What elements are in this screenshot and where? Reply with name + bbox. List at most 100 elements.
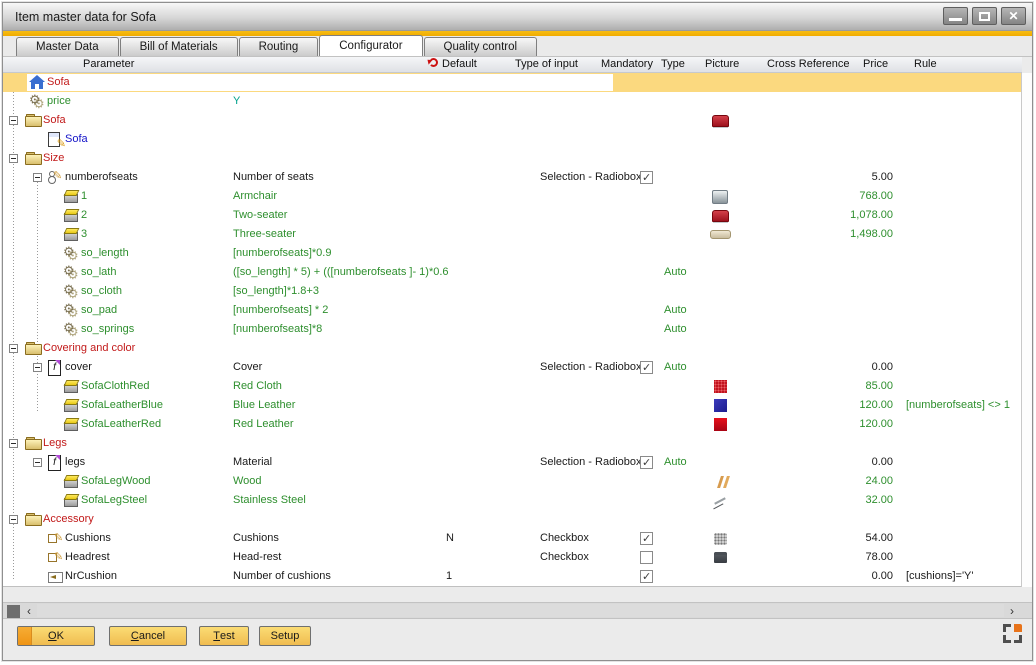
window-title: Item master data for Sofa — [15, 10, 156, 24]
expander-collapse-icon[interactable] — [9, 344, 18, 353]
default-cell: 1 — [446, 570, 452, 582]
tree-row-sofalegwood[interactable]: SofaLegWoodWood24.00 — [3, 472, 1022, 491]
tab-routing[interactable]: Routing — [239, 37, 319, 56]
refresh-icon — [429, 58, 438, 67]
description-cell: Number of seats — [233, 171, 314, 183]
tree-row-legs[interactable]: legsMaterialSelection - RadioboxAuto0.00 — [3, 453, 1022, 472]
mandatory-checkbox[interactable] — [640, 532, 653, 545]
tree-row-1[interactable]: 1Armchair768.00 — [3, 187, 1022, 206]
close-button[interactable]: ✕ — [1001, 7, 1026, 25]
expander-collapse-icon[interactable] — [33, 458, 42, 467]
column-parameter[interactable]: Parameter — [83, 58, 134, 70]
tree-row-sofalegsteel[interactable]: SofaLegSteelStainless Steel32.00 — [3, 491, 1022, 510]
picture-sofa-red-icon — [708, 112, 732, 129]
tree-row-so-lath[interactable]: so_lath([so_length] * 5) + (([numberofse… — [3, 263, 1022, 282]
type-of-input-cell: Selection - Radiobox — [540, 171, 642, 183]
parameter-label: 2 — [81, 209, 87, 221]
cancel-button[interactable]: Cancel — [109, 626, 187, 646]
tree-row-sofa[interactable]: Sofa — [3, 73, 1022, 92]
price-cell: 5.00 — [773, 171, 893, 183]
folder-icon — [25, 511, 41, 527]
ok-button[interactable]: OK — [17, 626, 95, 646]
type-of-input-cell: Checkbox — [540, 551, 589, 563]
scrollbar-track[interactable] — [37, 604, 1004, 617]
setup-button[interactable]: Setup — [259, 626, 311, 646]
picture-headrest-dark-icon — [708, 549, 732, 566]
tree-row-so-pad[interactable]: so_pad[numberofseats] * 2Auto — [3, 301, 1022, 320]
column-cross-reference[interactable]: Cross Reference — [767, 58, 850, 70]
tree-row-so-springs[interactable]: so_springs[numberofseats]*8Auto — [3, 320, 1022, 339]
type-cell: Auto — [664, 361, 687, 373]
tab-configurator[interactable]: Configurator — [319, 35, 422, 56]
tree-row-legs[interactable]: Legs — [3, 434, 1022, 453]
right-arrow-icon[interactable]: › — [1004, 603, 1020, 618]
picture-leg-steel-icon — [708, 492, 732, 509]
tree-row-covering-and-color[interactable]: Covering and color — [3, 339, 1022, 358]
type-cell: Auto — [664, 266, 687, 278]
mandatory-checkbox[interactable] — [640, 570, 653, 583]
picture-swatch-red-icon — [708, 416, 732, 433]
tree-row-so-cloth[interactable]: so_cloth[so_length]*1.8+3 — [3, 282, 1022, 301]
price-cell: 24.00 — [773, 475, 893, 487]
tree-row-so-length[interactable]: so_length[numberofseats]*0.9 — [3, 244, 1022, 263]
expander-collapse-icon[interactable] — [33, 363, 42, 372]
vertical-scrollbar[interactable] — [1021, 73, 1032, 587]
tree-row-sofaclothred[interactable]: SofaClothRedRed Cloth85.00 — [3, 377, 1022, 396]
column-type-of-input[interactable]: Type of input — [515, 58, 578, 70]
column-default[interactable]: Default — [442, 58, 477, 70]
tree-row-cushions[interactable]: CushionsCushionsNCheckbox54.00 — [3, 529, 1022, 548]
tree-row-numberofseats[interactable]: numberofseats Number of seats Selection - … — [3, 168, 1022, 187]
expander-collapse-icon[interactable] — [9, 154, 18, 163]
tree-row-accessory[interactable]: Accessory — [3, 510, 1022, 529]
parameter-label: numberofseats — [65, 171, 138, 183]
maximize-button[interactable] — [972, 7, 997, 25]
tree-row-sofa[interactable]: Sofa — [3, 130, 1022, 149]
tree-row-nrcushion[interactable]: NrCushionNumber of cushions10.00[cushion… — [3, 567, 1022, 586]
tab-bill-of-materials[interactable]: Bill of Materials — [120, 37, 238, 56]
tab-master-data[interactable]: Master Data — [16, 37, 119, 56]
description-cell: Head-rest — [233, 551, 281, 563]
column-price[interactable]: Price — [863, 58, 888, 70]
description-cell: Stainless Steel — [233, 494, 306, 506]
mandatory-checkbox[interactable] — [640, 361, 653, 374]
expander-collapse-icon[interactable] — [9, 116, 18, 125]
column-header-row[interactable]: Parameter Default Type of input Mandator… — [3, 57, 1022, 73]
tree-row-cover[interactable]: coverCoverSelection - RadioboxAuto0.00 — [3, 358, 1022, 377]
description-cell: [numberofseats]*0.9 — [233, 247, 331, 259]
tree-row-headrest[interactable]: HeadrestHead-restCheckbox78.00 — [3, 548, 1022, 567]
column-type[interactable]: Type — [661, 58, 685, 70]
title-bar[interactable]: Item master data for Sofa ✕ — [3, 3, 1032, 31]
tree-row-size[interactable]: Size — [3, 149, 1022, 168]
tree-row-3[interactable]: 3Three-seater1,498.00 — [3, 225, 1022, 244]
price-cell: 32.00 — [773, 494, 893, 506]
expand-form-icon[interactable] — [1003, 624, 1022, 643]
inline-edit-box[interactable] — [27, 74, 613, 91]
option-box-icon — [63, 492, 79, 508]
column-rule[interactable]: Rule — [914, 58, 937, 70]
tree-row-price[interactable]: priceY — [3, 92, 1022, 111]
tree-row-sofaleatherred[interactable]: SofaLeatherRedRed Leather120.00 — [3, 415, 1022, 434]
mandatory-checkbox[interactable] — [640, 551, 653, 564]
expander-collapse-icon[interactable] — [9, 515, 18, 524]
mandatory-checkbox[interactable] — [640, 456, 653, 469]
horizontal-scrollbar[interactable]: ‹ › — [3, 602, 1033, 619]
column-mandatory[interactable]: Mandatory — [601, 58, 653, 70]
description-cell: Wood — [233, 475, 262, 487]
column-picture[interactable]: Picture — [705, 58, 739, 70]
fx-doc-icon — [47, 454, 63, 470]
tree-row-sofa[interactable]: Sofa — [3, 111, 1022, 130]
parameter-label: Cushions — [65, 532, 111, 544]
price-cell: 85.00 — [773, 380, 893, 392]
test-button[interactable]: Test — [199, 626, 249, 646]
tree-row-2[interactable]: 2Two-seater1,078.00 — [3, 206, 1022, 225]
minimize-button[interactable] — [943, 7, 968, 25]
expander-collapse-icon[interactable] — [9, 439, 18, 448]
mandatory-checkbox[interactable] — [640, 171, 653, 184]
tree-row-sofaleatherblue[interactable]: SofaLeatherBlueBlue Leather120.00[number… — [3, 396, 1022, 415]
type-cell: Auto — [664, 304, 687, 316]
expander-collapse-icon[interactable] — [33, 173, 42, 182]
description-cell: Armchair — [233, 190, 277, 202]
left-arrow-icon[interactable]: ‹ — [21, 603, 37, 618]
tab-quality-control[interactable]: Quality control — [424, 37, 538, 56]
scrollbar-thumb[interactable] — [7, 605, 20, 618]
